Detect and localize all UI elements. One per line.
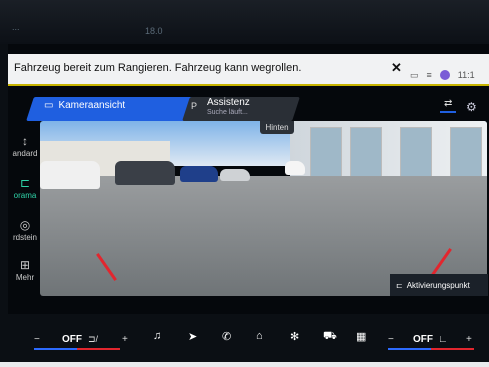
parked-car: [220, 169, 250, 181]
seat-heat-icon[interactable]: ⊐/: [88, 334, 98, 345]
rear-camera-feed: [40, 121, 487, 296]
gear-icon[interactable]: ⚙: [466, 100, 477, 114]
bezel-bottom: [0, 362, 489, 367]
status-icon: ▭: [410, 69, 419, 80]
sidebar-item-bordstein[interactable]: ◎ rdstein: [8, 218, 42, 242]
music-icon[interactable]: ♫: [153, 330, 161, 342]
infotainment-screen: Fahrzeug bereit zum Rangieren. Fahrzeug …: [8, 44, 489, 362]
left-climate-off[interactable]: OFF: [62, 334, 82, 345]
activation-label: Aktivierungspunkt: [406, 280, 470, 290]
tab-camera-view-label: Kameraansicht: [58, 100, 126, 111]
parked-car: [115, 161, 175, 185]
sidebar-item-standard[interactable]: ↕ andard: [8, 134, 42, 158]
status-icon: ≡: [426, 70, 432, 80]
notification-bar: Fahrzeug bereit zum Rangieren. Fahrzeug …: [8, 54, 489, 86]
tab-camera-view-content[interactable]: ▭ Kameraansicht: [44, 100, 125, 111]
curb-icon: ◎: [19, 218, 31, 232]
clock: 11:1: [457, 70, 475, 80]
camera-view-icon: ▭: [44, 100, 54, 111]
navigation-icon[interactable]: ➤: [188, 330, 197, 343]
camera-direction-label: Hinten: [260, 121, 294, 134]
window: [350, 127, 382, 179]
parked-car: [180, 166, 218, 182]
parked-car: [40, 161, 100, 189]
right-climate-off[interactable]: OFF: [413, 334, 433, 345]
standard-view-icon: ↕: [22, 134, 28, 148]
sidebar-item-label: rdstein: [12, 233, 37, 242]
parking-sensor-icon[interactable]: ⇄: [440, 98, 457, 113]
parking-icon: P: [191, 101, 198, 111]
bezel-text-mid: 18.0: [145, 26, 163, 36]
home-icon[interactable]: ⌂: [256, 330, 263, 342]
window: [310, 127, 342, 179]
car-icon[interactable]: ⛟: [323, 330, 337, 344]
more-icon: ⊞: [19, 258, 31, 272]
fan-icon[interactable]: ✻: [290, 330, 299, 343]
left-minus-button[interactable]: −: [34, 334, 40, 345]
tab-assist-label: Assistenz: [207, 97, 250, 108]
activation-point-button[interactable]: ⊏ Aktivierungspunkt: [390, 274, 488, 296]
parked-car: [285, 161, 305, 175]
sidebar-item-label: andard: [12, 149, 38, 158]
left-plus-button[interactable]: +: [122, 334, 128, 345]
sidebar-item-label: Mehr: [15, 273, 35, 282]
sidebar: ↕ andard ⊏ orama ◎ rdstein ⊞ Mehr: [8, 134, 38, 294]
sidebar-item-panorama[interactable]: ⊏ orama: [8, 176, 42, 200]
seat-icon[interactable]: ∟: [438, 334, 448, 345]
right-minus-button[interactable]: −: [388, 334, 394, 345]
activation-icon: ⊏: [396, 280, 403, 290]
left-temp-bar: [34, 348, 120, 350]
sidebar-item-mehr[interactable]: ⊞ Mehr: [8, 258, 42, 282]
bezel-top: ... 18.0: [0, 0, 489, 44]
status-icons: ▭ ≡ 11:1: [410, 65, 489, 85]
bezel-text: ...: [12, 22, 20, 32]
climate-bar: − OFF ⊐/ + ♫ ➤ ✆ ⌂ ✻ ⛟ ▦ − OFF ∟ +: [8, 314, 489, 362]
window: [450, 127, 482, 179]
tab-assist-status: Suche läuft...: [207, 109, 248, 116]
sidebar-item-label: orama: [13, 191, 37, 200]
notification-text: Fahrzeug bereit zum Rangieren. Fahrzeug …: [14, 62, 302, 74]
close-icon[interactable]: ✕: [391, 60, 402, 76]
phone-icon[interactable]: ✆: [222, 330, 231, 343]
profile-icon[interactable]: [439, 70, 450, 80]
right-temp-bar: [388, 348, 474, 350]
apps-icon[interactable]: ▦: [356, 330, 366, 343]
window: [400, 127, 432, 179]
panorama-icon: ⊏: [19, 176, 31, 190]
right-plus-button[interactable]: +: [466, 334, 472, 345]
